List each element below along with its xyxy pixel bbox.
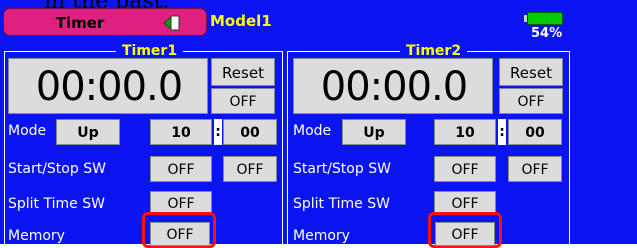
timer2-split-label: Split Time SW [293,196,390,212]
timer2-seconds[interactable]: 00 [508,119,562,145]
timer1-seconds[interactable]: 00 [223,119,277,145]
timer1-startstop-sw1[interactable]: OFF [150,156,212,182]
timer1-startstop-label: Start/Stop SW [8,161,106,177]
tab-label: Timer [55,14,105,32]
timer2-title: Timer2 [400,43,468,59]
battery-icon [527,12,563,25]
timer1-minutes[interactable]: 10 [150,119,212,145]
timer2-reset-state[interactable]: OFF [499,88,563,114]
timer2-startstop-label: Start/Stop SW [293,161,391,177]
timer2-reset-button[interactable]: Reset [499,58,563,86]
timer1-startstop-sw2[interactable]: OFF [223,156,277,182]
timer2-mode-button[interactable]: Up [342,119,406,145]
timer2-minutes[interactable]: 10 [434,119,496,145]
timer1-display: 00:00.0 [8,58,208,114]
timer2-memory-button[interactable]: OFF [435,222,495,246]
timer1-split-label: Split Time SW [8,196,105,212]
timer1-mode-label: Mode [8,123,47,139]
tab-timer[interactable]: Timer [3,8,207,36]
battery-percent: 54% [531,26,563,41]
timer2-time: 00:00.0 [320,64,468,110]
model-name: Model1 [210,12,272,30]
timer1-title: Timer1 [116,43,184,59]
timer2-mode-label: Mode [293,123,332,139]
timer1-memory-button[interactable]: OFF [150,222,210,246]
timer1-time: 00:00.0 [35,64,183,110]
timer2-memory-label: Memory [293,228,350,244]
timer1-mode-button[interactable]: Up [56,119,120,145]
timer1-reset-button[interactable]: Reset [211,58,275,86]
timer2-display: 00:00.0 [293,58,493,114]
timer2-startstop-sw1[interactable]: OFF [434,156,496,182]
timer1-memory-label: Memory [8,228,65,244]
timer1-colon: : [214,119,222,145]
timer2-startstop-sw2[interactable]: OFF [508,156,562,182]
timer2-colon: : [498,119,506,145]
timer1-reset-state[interactable]: OFF [211,88,275,114]
back-icon[interactable] [162,14,182,32]
